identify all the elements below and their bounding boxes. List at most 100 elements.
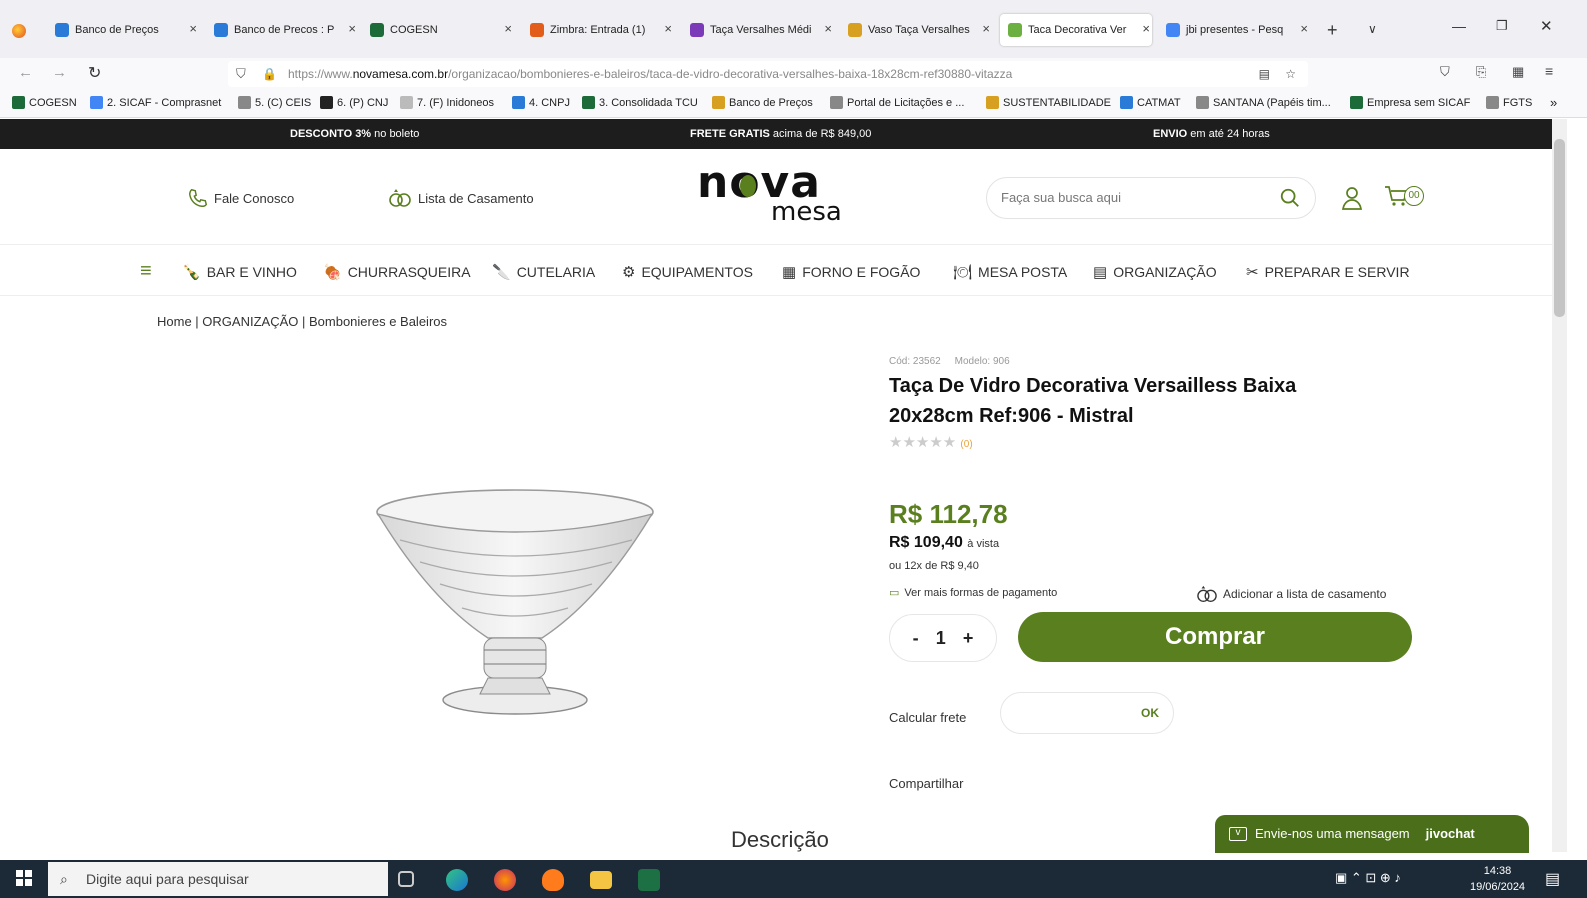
browser-tab[interactable]: Zimbra: Entrada (1) × — [522, 14, 674, 46]
taskbar-search[interactable]: ⌕ Digite aqui para pesquisar — [48, 862, 388, 896]
page-scrollbar[interactable] — [1552, 119, 1567, 852]
close-tab-icon[interactable]: × — [1142, 21, 1150, 36]
close-tab-icon[interactable]: × — [348, 21, 356, 36]
nav-item[interactable]: ▦ FORNO E FOGÃO — [782, 263, 920, 281]
hamburger-icon[interactable]: ≡ — [140, 260, 152, 283]
bookmark-item[interactable]: SUSTENTABILIDADE — [986, 96, 1111, 109]
close-window-button[interactable]: ✕ — [1540, 17, 1553, 35]
bookmark-label: SANTANA (Papéis tim... — [1213, 96, 1331, 109]
add-to-registry-link[interactable]: Adicionar a lista de casamento — [1195, 584, 1386, 604]
bookmark-favicon-icon — [1196, 96, 1209, 109]
lista-casamento-link[interactable]: Lista de Casamento — [387, 187, 534, 209]
action-center-icon[interactable]: ▤ — [1545, 869, 1560, 889]
close-tab-icon[interactable]: × — [982, 21, 990, 36]
scrollbar-thumb[interactable] — [1554, 139, 1565, 317]
tab-list-chevron-icon[interactable]: ∨ — [1368, 22, 1377, 36]
breadcrumb-home[interactable]: Home — [157, 314, 192, 329]
reader-icon[interactable]: ▤ — [1259, 61, 1270, 87]
cart-button[interactable]: 00 — [1384, 185, 1424, 207]
reload-icon[interactable]: ↻ — [88, 63, 101, 83]
bookmark-item[interactable]: 4. CNPJ — [512, 96, 570, 109]
browser-tab-bar: Banco de Preços × Banco de Precos : P × COGE… — [0, 0, 1587, 58]
bookmark-item[interactable]: 2. SICAF - Comprasnet — [90, 96, 221, 109]
forward-icon[interactable]: → — [52, 64, 67, 81]
excel-icon[interactable] — [638, 869, 660, 891]
browser-tab[interactable]: Banco de Preços × — [47, 14, 199, 46]
minimize-button[interactable]: — — [1452, 18, 1466, 34]
address-bar[interactable]: ⛉ 🔒 https://www.novamesa.com.br/organiza… — [228, 61, 1308, 87]
nav-item[interactable]: ✂ PREPARAR E SERVIR — [1246, 263, 1410, 281]
browser-tab[interactable]: COGESN × — [362, 14, 514, 46]
close-tab-icon[interactable]: × — [504, 21, 512, 36]
rating-stars[interactable]: ★★★★★ (0) — [889, 433, 1429, 451]
description-heading: Descrição — [731, 827, 829, 852]
search-input[interactable]: Faça sua busca aqui — [986, 177, 1316, 219]
user-icon[interactable] — [1341, 186, 1363, 210]
extensions-icon[interactable]: ▦ — [1512, 64, 1524, 80]
bookmark-item[interactable]: 6. (P) CNJ — [320, 96, 388, 109]
qty-value[interactable]: 1 — [936, 628, 946, 649]
frete-label: Calcular frete — [889, 710, 967, 725]
buy-button[interactable]: Comprar — [1018, 612, 1412, 662]
edge-icon[interactable] — [446, 869, 468, 891]
bookmark-item[interactable]: 5. (C) CEIS — [238, 96, 311, 109]
bookmark-item[interactable]: 3. Consolidada TCU — [582, 96, 698, 109]
browser-tab[interactable]: Taça Versalhes Médi × — [682, 14, 834, 46]
new-tab-button[interactable]: + — [1327, 20, 1338, 41]
restore-button[interactable]: ❐ — [1496, 18, 1508, 34]
nova-mesa-logo[interactable]: nova mesa — [697, 157, 867, 227]
breadcrumb-category[interactable]: ORGANIZAÇÃO — [202, 314, 298, 329]
close-tab-icon[interactable]: × — [664, 21, 672, 36]
cep-input[interactable]: OK — [1000, 692, 1174, 734]
payment-options-link[interactable]: ▭ Ver mais formas de pagamento — [889, 586, 1057, 600]
bookmark-item[interactable]: FGTS — [1486, 96, 1532, 109]
nav-item[interactable]: 🍾 BAR E VINHO — [182, 263, 297, 281]
bookmark-item[interactable]: CATMAT — [1120, 96, 1181, 109]
notifications-area[interactable]: ▣ ⌃ ⊡ ⊕ ♪ — [1335, 870, 1401, 886]
search-icon[interactable] — [1279, 187, 1301, 209]
nav-item[interactable]: ⚙ EQUIPAMENTOS — [622, 263, 753, 281]
bookmark-item[interactable]: COGESN — [12, 96, 77, 109]
pocket-icon[interactable]: ⛉ — [1440, 64, 1450, 80]
nav-item[interactable]: 🍖 CHURRASQUEIRA — [323, 263, 471, 281]
app-flame-icon[interactable] — [542, 869, 564, 891]
bookmark-item[interactable]: Banco de Preços — [712, 96, 813, 109]
close-tab-icon[interactable]: × — [1300, 21, 1308, 36]
browser-tab[interactable]: Vaso Taça Versalhes × — [840, 14, 992, 46]
bookmark-item[interactable]: 7. (F) Inidoneos — [400, 96, 494, 109]
qty-minus-button[interactable]: - — [913, 628, 919, 649]
bookmark-item[interactable]: Portal de Licitações e ... — [830, 96, 964, 109]
close-tab-icon[interactable]: × — [189, 21, 197, 36]
firefox-taskbar-icon[interactable] — [494, 869, 516, 891]
back-icon[interactable]: ← — [18, 64, 33, 81]
share-icon[interactable]: ⎘ — [1476, 64, 1486, 80]
menu-icon[interactable]: ≡ — [1545, 63, 1553, 79]
bookmark-item[interactable]: SANTANA (Papéis tim... — [1196, 96, 1331, 109]
breadcrumb-subcategory[interactable]: Bombonieres e Baleiros — [309, 314, 447, 329]
nav-item[interactable]: 🔪 CUTELARIA — [492, 263, 595, 281]
windows-start-icon[interactable] — [16, 870, 32, 886]
product-image[interactable] — [370, 480, 660, 720]
bookmark-favicon-icon — [400, 96, 413, 109]
file-explorer-icon[interactable] — [590, 871, 612, 889]
nav-item[interactable]: 🍽 MESA POSTA — [953, 263, 1067, 281]
close-tab-icon[interactable]: × — [824, 21, 832, 36]
qty-plus-button[interactable]: + — [963, 628, 974, 649]
browser-tab[interactable]: jbi presentes - Pesq × — [1158, 14, 1310, 46]
nav-category-icon: 🔪 — [492, 264, 511, 281]
nav-item[interactable]: ▤ ORGANIZAÇÃO — [1093, 263, 1217, 281]
browser-tab[interactable]: Banco de Precos : P × — [206, 14, 358, 46]
fale-conosco-link[interactable]: Fale Conosco — [187, 187, 294, 209]
bookmark-item[interactable]: Empresa sem SICAF — [1350, 96, 1470, 109]
product-title: Taça De Vidro Decorativa Versailless Bai… — [889, 375, 1297, 427]
taskbar-clock[interactable]: 14:38 19/06/2024 — [1470, 863, 1525, 895]
firefox-icon[interactable] — [12, 24, 26, 38]
task-view-icon[interactable] — [398, 871, 414, 887]
chat-widget[interactable]: v Envie-nos uma mensagem jivochat — [1215, 815, 1529, 853]
shield-icon: ⛉ — [236, 66, 246, 81]
bookmarks-more-icon[interactable]: » — [1550, 95, 1557, 110]
browser-tab[interactable]: Taca Decorativa Ver × — [1000, 14, 1152, 46]
bookmark-favicon-icon — [712, 96, 725, 109]
frete-ok-button[interactable]: OK — [1141, 706, 1159, 720]
bookmark-star-icon[interactable]: ☆ — [1285, 61, 1296, 87]
